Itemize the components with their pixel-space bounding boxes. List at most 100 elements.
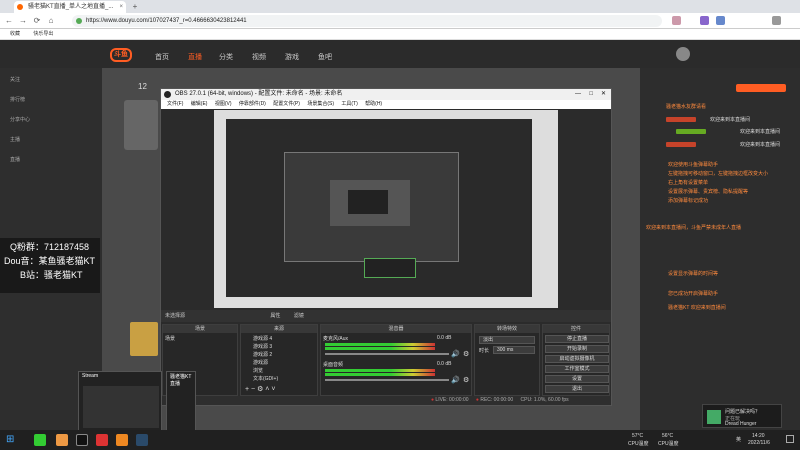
notification-icon[interactable] <box>786 435 794 443</box>
controls-dock-title: 控件 <box>543 325 609 333</box>
nav-item[interactable]: 视频 <box>252 52 266 62</box>
source-item[interactable]: 浏览 <box>253 367 263 374</box>
toast-line: 问题已解决吗？ <box>725 409 761 415</box>
menu-docks[interactable]: 停靠部件(D) <box>239 101 266 107</box>
steam-taskbar-icon[interactable] <box>136 434 148 446</box>
stop-streaming-button[interactable]: 停止直播 <box>545 335 609 343</box>
bookmark-item[interactable]: 快乐导出 <box>33 31 53 37</box>
speaker-icon[interactable]: 🔊 <box>451 376 460 384</box>
obs-title-bar[interactable]: OBS 27.0.1 (64-bit, windows) - 配置文件: 未命名… <box>161 89 611 100</box>
forward-button[interactable]: → <box>18 16 28 26</box>
browser-tab[interactable]: 骚老猫KT直播_单人之地直播_... × <box>14 1 126 13</box>
volume-slider[interactable] <box>325 379 449 381</box>
rec-indicator-icon: ● <box>475 397 479 403</box>
back-button[interactable]: ← <box>4 16 14 26</box>
chat-line: 左键拖拽可移动窗口，左键拖拽边框改变大小 <box>668 171 769 177</box>
source-item[interactable]: 游戏源 4 <box>253 335 272 342</box>
start-recording-button[interactable]: 开始录制 <box>545 345 609 353</box>
home-button[interactable]: ⌂ <box>46 16 56 26</box>
reload-button[interactable]: ⟳ <box>32 16 42 26</box>
sidebar-item[interactable]: 排行榜 <box>10 96 25 103</box>
menu-scene-collection[interactable]: 场景集合(S) <box>307 101 334 107</box>
clock-date[interactable]: 2022/11/6 <box>748 440 770 446</box>
audio-meter <box>325 347 435 350</box>
nav-item[interactable]: 鱼吧 <box>318 52 332 62</box>
url-input[interactable]: https://www.douyu.com/107027437_r=0.4666… <box>72 15 662 27</box>
source-item[interactable]: 游戏源 <box>253 359 268 366</box>
app-icon[interactable] <box>116 434 128 446</box>
extension-icon[interactable] <box>672 16 681 25</box>
fan-badge <box>666 117 696 122</box>
virtual-camera-button[interactable]: 启动虚拟摄像机 <box>545 355 609 363</box>
live-indicator-icon: ● <box>431 397 435 403</box>
duration-input[interactable]: 300 ms <box>493 346 535 354</box>
taskbar-thumbnail-stream[interactable]: Stream <box>78 371 162 431</box>
follow-button[interactable] <box>736 84 786 92</box>
sidebar-item[interactable]: 分享中心 <box>10 116 30 123</box>
source-item[interactable]: 文本(GDI+) <box>253 375 278 382</box>
gift-icon[interactable] <box>130 322 158 356</box>
properties-button[interactable]: 属性 <box>270 313 280 319</box>
user-avatar[interactable] <box>676 47 690 61</box>
studio-mode-button[interactable]: 工作室模式 <box>545 365 609 373</box>
mixer-db-label: 0.0 dB <box>437 335 452 341</box>
menu-profile[interactable]: 配置文件(P) <box>273 101 300 107</box>
add-source-button[interactable]: + − ⚙ ˄ ˅ <box>245 385 275 393</box>
windows-start-icon[interactable]: ⊞ <box>6 434 18 446</box>
gear-icon[interactable]: ⚙ <box>463 376 469 384</box>
nav-item[interactable]: 首页 <box>155 52 169 62</box>
bookmark-item[interactable]: 收藏 <box>10 31 20 37</box>
sidebar-item[interactable]: 关注 <box>10 76 20 83</box>
filters-button[interactable]: 滤镜 <box>294 313 304 319</box>
mixer-channel-label: 麦克风/Aux <box>323 336 349 342</box>
streamer-avatar[interactable] <box>124 100 158 150</box>
chat-line: 设置展示弹幕、贵宾榜、隐私提醒等 <box>668 189 749 195</box>
maximize-icon[interactable]: □ <box>589 89 593 100</box>
minimize-icon[interactable]: — <box>575 89 581 100</box>
sidebar-item[interactable]: 直播 <box>10 156 20 163</box>
secure-lock-icon <box>76 18 82 24</box>
downloads-icon[interactable] <box>772 16 781 25</box>
game-icon <box>707 410 721 424</box>
thumbnail-title: Stream <box>82 373 99 379</box>
source-item[interactable]: 游戏源 2 <box>253 351 272 358</box>
close-tab-icon[interactable]: × <box>119 1 123 13</box>
exit-button[interactable]: 退出 <box>545 385 609 393</box>
nav-item[interactable]: 直播 <box>188 52 202 62</box>
url-text: https://www.douyu.com/107027437_r=0.4666… <box>86 18 247 24</box>
menu-file[interactable]: 文件(F) <box>167 101 183 107</box>
mixer-db-label: 0.0 dB <box>437 361 452 367</box>
extension-icon[interactable] <box>716 16 725 25</box>
source-item[interactable]: 游戏源 3 <box>253 343 272 350</box>
gear-icon[interactable]: ⚙ <box>463 350 469 358</box>
preview-mixer-thumb <box>364 258 416 278</box>
close-icon[interactable]: ✕ <box>601 89 606 100</box>
taskbar-thumbnail-browser[interactable]: 骚老猫KT直播 <box>166 371 196 431</box>
settings-button[interactable]: 设置 <box>545 375 609 383</box>
transition-select[interactable]: 淡出 <box>479 336 535 344</box>
douyu-logo[interactable]: 斗鱼 <box>110 48 132 62</box>
nav-item[interactable]: 分类 <box>219 52 233 62</box>
mixer-channel-label: 桌面音频 <box>323 362 344 368</box>
transitions-dock: 转场特效 淡出 时长 300 ms <box>474 324 540 396</box>
clock-time[interactable]: 14:20 <box>752 433 765 439</box>
nav-item[interactable]: 游戏 <box>285 52 299 62</box>
cpu-temp-label: CPU温度 <box>628 441 649 447</box>
new-tab-button[interactable]: + <box>130 1 140 12</box>
steam-notification[interactable]: 问题已解决吗？ 正在玩 Dread Hunger <box>702 404 782 428</box>
extension-icon[interactable] <box>700 16 709 25</box>
sidebar-item[interactable]: 主播 <box>10 136 20 143</box>
menu-help[interactable]: 帮助(H) <box>365 101 382 107</box>
app-icon[interactable] <box>34 434 46 446</box>
thumbnail-preview <box>83 386 159 428</box>
volume-slider[interactable] <box>325 353 449 355</box>
obs-taskbar-icon[interactable] <box>76 434 88 446</box>
app-icon[interactable] <box>56 434 68 446</box>
menu-edit[interactable]: 编辑(E) <box>191 101 208 107</box>
language-indicator[interactable]: 英 <box>736 436 741 443</box>
scene-item[interactable]: 场景 <box>165 335 175 342</box>
menu-view[interactable]: 视图(V) <box>215 101 232 107</box>
menu-tools[interactable]: 工具(T) <box>341 101 357 107</box>
speaker-icon[interactable]: 🔊 <box>451 350 460 358</box>
app-icon[interactable] <box>96 434 108 446</box>
